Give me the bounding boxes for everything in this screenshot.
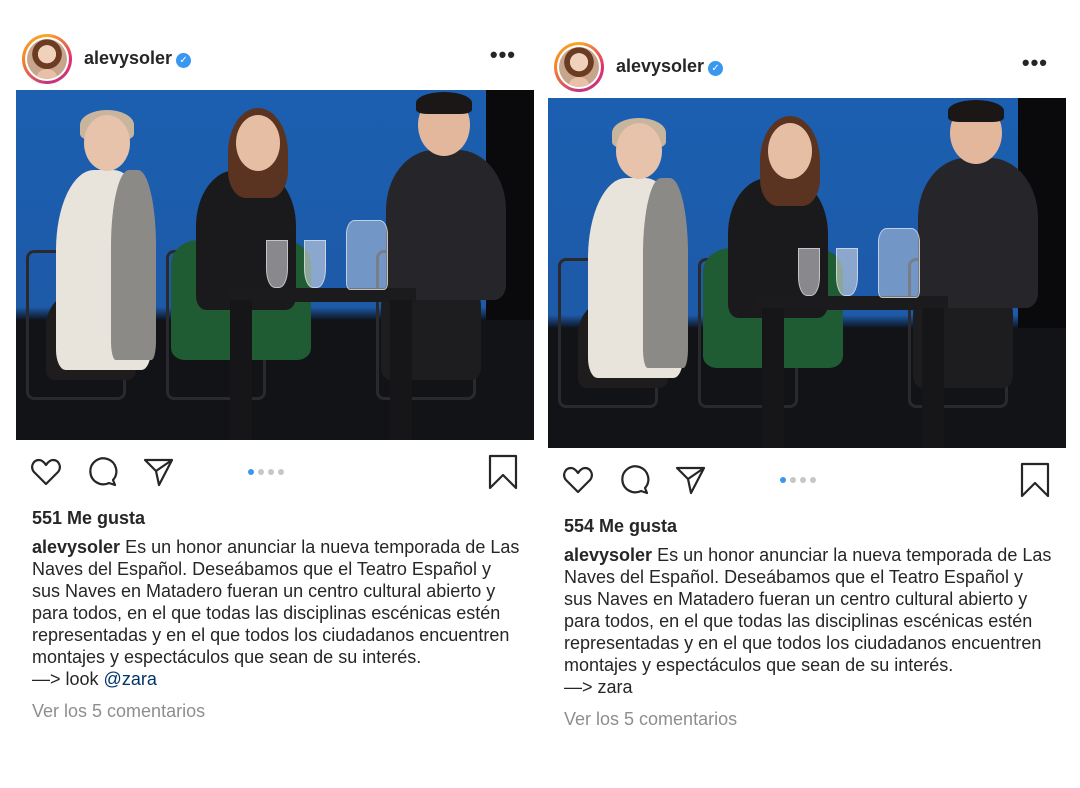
action-bar [16,440,534,506]
more-options-icon[interactable]: ••• [1022,50,1048,76]
carousel-dot [800,477,806,483]
avatar-photo [559,47,599,87]
carousel-dot-active [780,477,786,483]
caption-username[interactable]: alevysoler [32,537,120,557]
verified-badge-icon: ✓ [176,53,192,68]
caption-username[interactable]: alevysoler [564,545,652,565]
share-icon[interactable] [674,464,706,496]
tag-prefix: —> look [32,669,104,689]
view-comments-link[interactable]: Ver los 5 comentarios [548,708,1066,730]
username-text: alevysoler [84,48,173,68]
carousel-dot [278,469,284,475]
view-comments-link[interactable]: Ver los 5 comentarios [16,700,534,722]
avatar[interactable] [22,34,72,84]
comment-icon[interactable] [86,456,118,488]
username-link[interactable]: alevysoler ✓ [84,48,192,69]
post-header: alevysoler ✓ ••• [16,28,534,90]
caption-tag-line: —> look @zara [16,668,534,690]
caption: alevysoler Es un honor anunciar la nueva… [548,544,1066,676]
heart-icon[interactable] [562,464,594,496]
verified-badge-icon: ✓ [708,61,724,76]
carousel-indicator [248,469,284,475]
bookmark-icon[interactable] [488,454,518,490]
post-header: alevysoler ✓ ••• [548,36,1066,98]
post-photo[interactable] [548,98,1066,448]
post-photo[interactable] [16,90,534,440]
comment-icon[interactable] [618,464,650,496]
caption: alevysoler Es un honor anunciar la nueva… [16,536,534,668]
username-text: alevysoler [616,56,705,76]
avatar[interactable] [554,42,604,92]
carousel-dot [810,477,816,483]
likes-count[interactable]: 554 Me gusta [548,514,1066,544]
more-options-icon[interactable]: ••• [490,42,516,68]
mention-link[interactable]: @zara [104,669,157,689]
carousel-dot-active [248,469,254,475]
avatar-photo [27,39,67,79]
caption-tag-line: —> zara [548,676,1066,698]
likes-count[interactable]: 551 Me gusta [16,506,534,536]
action-bar [548,448,1066,514]
share-icon[interactable] [142,456,174,488]
tag-prefix: —> zara [564,677,633,697]
username-link[interactable]: alevysoler ✓ [616,56,724,77]
carousel-dot [268,469,274,475]
post-card-right: alevysoler ✓ ••• 554 Me gusta alevysoler… [548,36,1066,730]
heart-icon[interactable] [30,456,62,488]
carousel-indicator [780,477,816,483]
bookmark-icon[interactable] [1020,462,1050,498]
post-card-left: alevysoler ✓ ••• 551 Me gusta alevysoler… [16,28,534,722]
carousel-dot [790,477,796,483]
carousel-dot [258,469,264,475]
